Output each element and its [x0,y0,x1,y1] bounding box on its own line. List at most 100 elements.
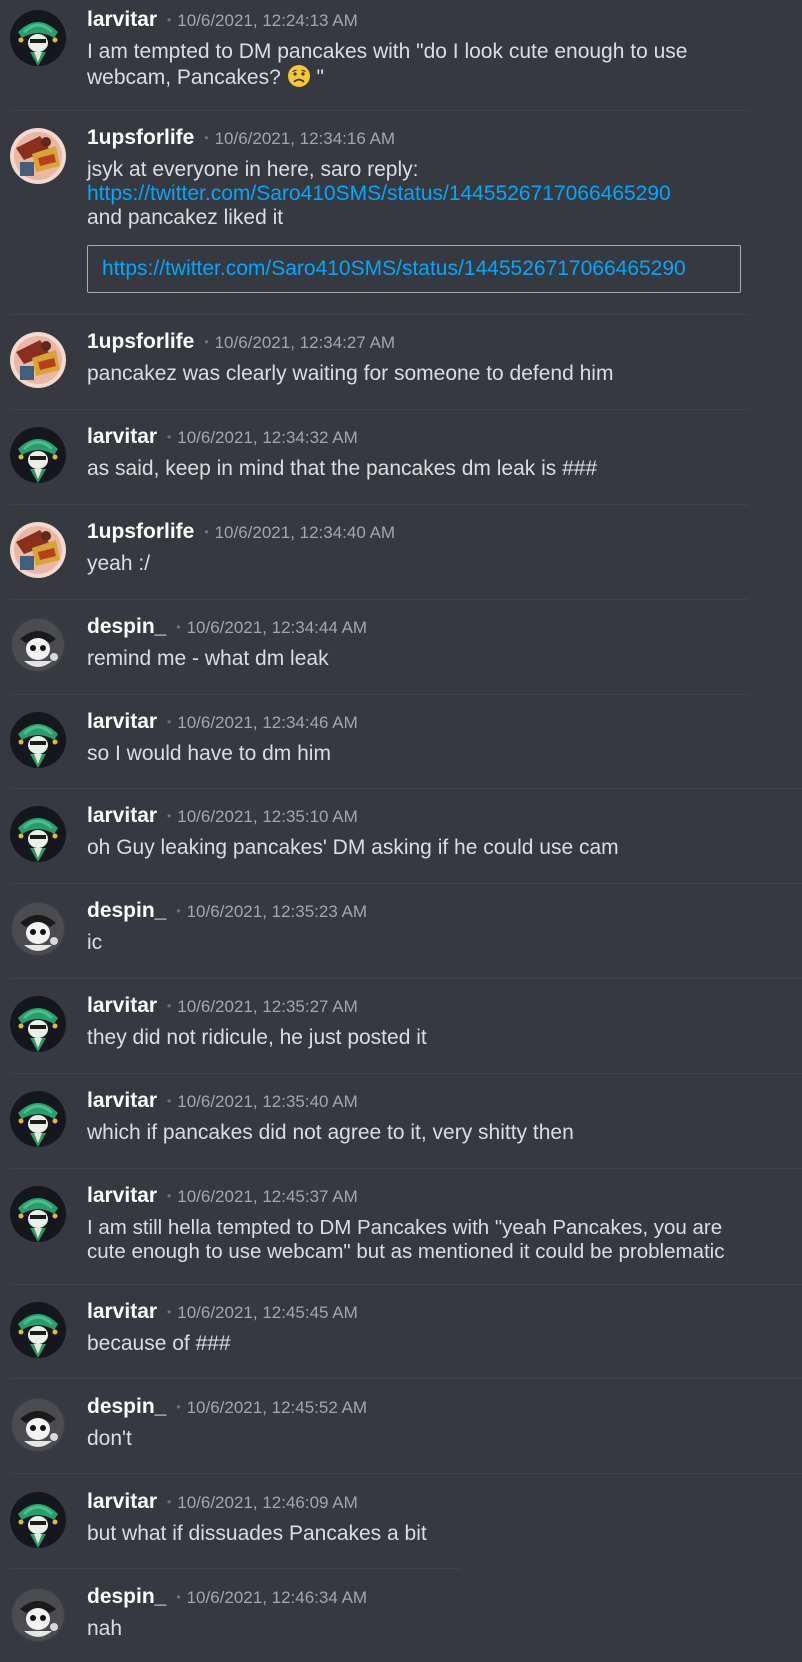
avatar[interactable] [10,522,66,578]
timestamp: 10/6/2021, 12:46:34 AM [186,1588,368,1607]
message-content: which if pancakes did not agree to it, v… [87,1121,794,1145]
author-name[interactable]: larvitar [87,994,157,1017]
timestamp: 10/6/2021, 12:35:23 AM [186,902,368,921]
avatar[interactable] [10,427,66,483]
divider [10,1568,460,1569]
avatar[interactable] [10,1091,66,1147]
message-text: webcam, Pancakes? [87,66,281,89]
message-line: yeah :/ [87,552,151,575]
author-name[interactable]: larvitar [87,710,157,733]
message-header: 1upsforlife • 10/6/2021, 12:34:16 AM [87,126,395,150]
divider [10,1473,802,1474]
timestamp: 10/6/2021, 12:45:37 AM [177,1187,358,1206]
message-content: pancakez was clearly waiting for someone… [87,362,794,386]
avatar[interactable] [10,996,66,1052]
avatar[interactable] [10,617,66,673]
message-header: larvitar • 10/6/2021, 12:35:10 AM [87,804,358,828]
message-content: ic [87,931,794,955]
message-content: remind me - what dm leak [87,647,794,671]
author-name[interactable]: despin_ [87,1395,166,1418]
link-embed[interactable]: https://twitter.com/Saro410SMS/status/14… [87,245,741,293]
message-header: larvitar • 10/6/2021, 12:45:45 AM [87,1300,358,1324]
author-name[interactable]: larvitar [87,1184,157,1207]
author-name[interactable]: larvitar [87,1490,157,1513]
avatar[interactable] [10,332,66,388]
author-name[interactable]: larvitar [87,1300,157,1323]
separator-dot: • [176,620,181,634]
avatar[interactable] [10,128,66,184]
separator-dot: • [176,904,181,918]
timestamp: 10/6/2021, 12:34:27 AM [214,333,396,352]
message-content: so I would have to dm him [87,742,794,766]
timestamp: 10/6/2021, 12:45:45 AM [177,1303,358,1322]
avatar[interactable] [10,806,66,862]
timestamp: 10/6/2021, 12:34:32 AM [177,428,358,447]
avatar[interactable] [10,901,66,957]
author-name[interactable]: 1upsforlife [87,126,194,149]
divider [10,1168,802,1169]
author-name[interactable]: larvitar [87,8,157,31]
tweet-link[interactable]: https://twitter.com/Saro410SMS/status/14… [87,182,794,206]
avatar[interactable] [10,1302,66,1358]
message-header: larvitar • 10/6/2021, 12:45:37 AM [87,1184,358,1208]
message-header: despin_ • 10/6/2021, 12:34:44 AM [87,615,367,639]
divider [10,314,748,315]
message-header: larvitar • 10/6/2021, 12:35:27 AM [87,994,358,1018]
divider [10,694,748,695]
author-name[interactable]: 1upsforlife [87,520,194,543]
message-line: because of ### [87,1332,231,1355]
author-name[interactable]: larvitar [87,1089,157,1112]
avatar[interactable] [10,1186,66,1242]
message-line: oh Guy leaking pancakes' DM asking if he… [87,836,619,859]
divider [10,110,748,111]
timestamp: 10/6/2021, 12:34:40 AM [214,523,396,542]
author-name[interactable]: despin_ [87,615,166,638]
message-line: which if pancakes did not agree to it, v… [87,1121,574,1144]
separator-dot: • [176,1590,181,1604]
avatar[interactable] [10,1587,66,1643]
avatar[interactable] [10,712,66,768]
message-content: I am still hella tempted to DM Pancakes … [87,1216,794,1264]
separator-dot: • [204,525,209,539]
author-name[interactable]: despin_ [87,1585,166,1608]
message-content: nah [87,1617,794,1641]
separator-dot: • [167,430,172,444]
separator-dot: • [167,999,172,1013]
message-line: so I would have to dm him [87,742,331,765]
author-name[interactable]: larvitar [87,425,157,448]
timestamp: 10/6/2021, 12:45:52 AM [186,1398,368,1417]
author-name[interactable]: despin_ [87,899,166,922]
message-content: as said, keep in mind that the pancakes … [87,457,794,481]
divider [10,1378,802,1379]
separator-dot: • [167,1495,172,1509]
separator-dot: • [167,13,172,27]
timestamp: 10/6/2021, 12:46:09 AM [177,1493,358,1512]
avatar[interactable] [10,1492,66,1548]
avatar[interactable] [10,10,66,66]
author-name[interactable]: 1upsforlife [87,330,194,353]
message-content: yeah :/ [87,552,794,576]
message-header: larvitar • 10/6/2021, 12:46:09 AM [87,1490,358,1514]
divider [10,1284,802,1285]
message-line: as said, keep in mind that the pancakes … [87,457,598,480]
message-header: despin_ • 10/6/2021, 12:35:23 AM [87,899,367,923]
message-header: larvitar • 10/6/2021, 12:34:46 AM [87,710,358,734]
avatar[interactable] [10,1397,66,1453]
message-line: ic [87,931,103,954]
message-header: despin_ • 10/6/2021, 12:45:52 AM [87,1395,367,1419]
timestamp: 10/6/2021, 12:35:10 AM [177,807,358,826]
divider [10,409,748,410]
divider [10,978,802,979]
message-header: larvitar • 10/6/2021, 12:35:40 AM [87,1089,358,1113]
author-name[interactable]: larvitar [87,804,157,827]
message-content: I am tempted to DM pancakes with "do I l… [87,40,794,90]
divider [10,504,748,505]
message-line: cute enough to use webcam" but as mentio… [87,1240,725,1263]
message-line: remind me - what dm leak [87,647,329,670]
message-content: jsyk at everyone in here, saro reply: ht… [87,158,794,230]
message-text: " [310,66,324,89]
message-header: larvitar • 10/6/2021, 12:24:13 AM [87,8,358,32]
message-content: but what if dissuades Pancakes a bit [87,1522,794,1546]
message-line: don't [87,1427,132,1450]
message-line: nah [87,1617,123,1640]
